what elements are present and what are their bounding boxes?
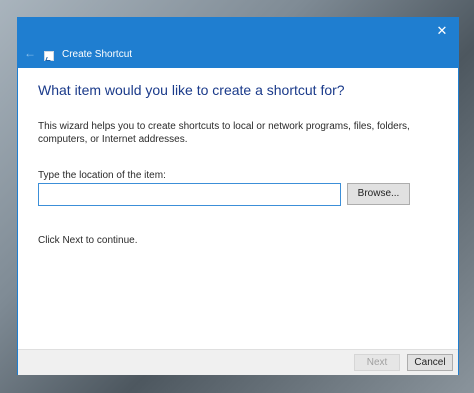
back-arrow-icon[interactable]: ← (24, 47, 38, 59)
close-button[interactable]: ✕ (430, 20, 454, 42)
shortcut-icon (44, 51, 54, 61)
next-button[interactable]: Next (354, 354, 400, 371)
wizard-content: What item would you like to create a sho… (18, 68, 458, 349)
button-bar: Next Cancel (18, 349, 458, 375)
browse-button[interactable]: Browse... (347, 183, 410, 205)
location-input[interactable] (38, 183, 341, 206)
location-label: Type the location of the item: (38, 170, 166, 181)
wizard-description: This wizard helps you to create shortcut… (38, 121, 410, 145)
desktop-background: ← Create Shortcut ✕ What item would you … (0, 0, 474, 393)
close-icon: ✕ (436, 23, 448, 38)
title-bar: ← Create Shortcut ✕ (18, 18, 458, 68)
wizard-heading: What item would you like to create a sho… (38, 82, 345, 98)
cancel-button[interactable]: Cancel (407, 354, 453, 371)
continue-instruction: Click Next to continue. (38, 235, 138, 246)
create-shortcut-dialog: ← Create Shortcut ✕ What item would you … (17, 17, 459, 375)
window-title: Create Shortcut (62, 49, 133, 60)
